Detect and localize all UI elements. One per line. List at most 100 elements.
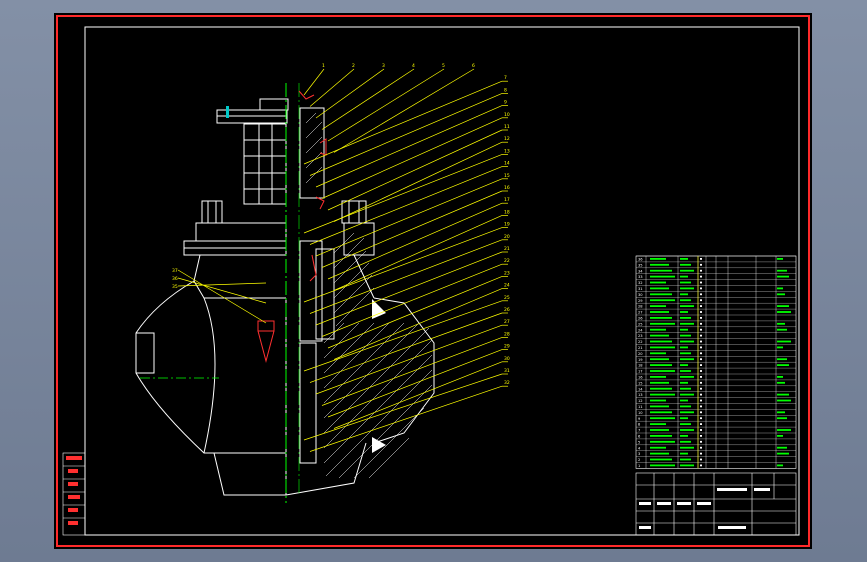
table-cell <box>700 340 702 343</box>
table-cell <box>650 399 666 402</box>
balloon-number: 31 <box>504 368 510 374</box>
table-cell <box>650 387 672 390</box>
table-cell <box>777 381 785 384</box>
table-cell <box>700 446 702 449</box>
table-cell <box>700 399 702 402</box>
table-cell <box>650 317 672 319</box>
table-cell <box>650 328 666 331</box>
drawing-frame <box>84 26 800 536</box>
table-cell: 36 <box>638 258 643 262</box>
table-cell: 28 <box>638 305 643 309</box>
table-cell <box>650 464 675 467</box>
table-cell <box>700 317 702 319</box>
table-cell <box>650 364 672 366</box>
table-cell <box>700 346 702 349</box>
table-cell <box>680 411 694 414</box>
balloon-number: 5 <box>442 63 445 69</box>
balloon-number: 1 <box>322 63 325 69</box>
table-cell <box>680 446 694 449</box>
section-hatching <box>305 112 433 479</box>
table-cell <box>650 452 669 455</box>
table-cell <box>700 376 702 378</box>
table-cell: 23 <box>638 334 643 338</box>
table-cell <box>700 322 702 325</box>
table-cell <box>680 305 694 307</box>
table-cell <box>680 275 688 278</box>
table-cell <box>650 393 675 396</box>
balloon-number: 28 <box>504 331 510 337</box>
leader-line <box>321 117 503 199</box>
table-cell <box>650 293 672 296</box>
table-cell: 3 <box>638 452 640 456</box>
balloon-number: 20 <box>504 234 510 240</box>
table-cell <box>777 269 787 272</box>
table-cell <box>680 299 691 302</box>
table-cell <box>700 452 702 455</box>
table-cell <box>680 405 691 408</box>
balloon-number: 2 <box>352 63 355 69</box>
table-cell <box>680 458 691 461</box>
table-cell <box>700 464 702 467</box>
balloon-number: 3 <box>382 63 385 69</box>
leader-line <box>309 166 503 245</box>
table-cell <box>650 352 666 355</box>
table-cell: 31 <box>638 287 643 291</box>
balloon-number: 23 <box>504 270 510 276</box>
balloon-number: 9 <box>504 100 507 106</box>
table-cell <box>680 387 691 390</box>
leader-line <box>309 68 355 107</box>
table-cell <box>650 269 672 272</box>
valve-assembly-drawing: 1 2 3 4 5 67891011121314151617181920212223242… <box>56 15 810 547</box>
table-cell <box>700 358 702 361</box>
table-cell <box>777 340 791 343</box>
table-cell <box>650 346 675 349</box>
table-cell <box>700 334 702 337</box>
balloon-number: 22 <box>504 258 510 264</box>
table-cell: 21 <box>638 346 643 350</box>
table-cell <box>650 287 669 290</box>
table-cell <box>700 411 702 414</box>
balloon-number: 37 <box>172 268 178 274</box>
leader-line <box>333 288 503 360</box>
table-cell <box>680 346 688 349</box>
table-cell <box>650 423 666 425</box>
leader-line <box>315 251 503 326</box>
leader-line <box>177 269 267 324</box>
table-cell <box>777 328 787 331</box>
table-cell <box>650 381 669 384</box>
table-cell: 17 <box>638 370 643 374</box>
table-cell <box>680 269 694 272</box>
table-cell: 7 <box>638 429 640 433</box>
table-cell <box>700 328 702 331</box>
cad-viewport[interactable]: 1 2 3 4 5 6 7 8 9 10 11 12 13 14 15 16 17 18 19 20 21 22 23 24 2… <box>54 13 812 549</box>
table-cell <box>680 435 688 437</box>
table-cell <box>680 364 688 366</box>
table-cell: 20 <box>638 352 643 356</box>
balloon-number: 4 <box>412 63 415 69</box>
table-cell <box>680 281 691 284</box>
table-cell: 12 <box>638 399 643 403</box>
table-cell: 2 <box>638 458 640 462</box>
table-cell <box>700 305 702 307</box>
table-cell <box>680 399 688 402</box>
table-cell <box>777 293 785 296</box>
table-cell: 19 <box>638 358 643 362</box>
table-cell <box>680 311 688 313</box>
balloon-number: 29 <box>504 344 510 350</box>
table-cell: 9 <box>638 417 641 421</box>
title-block <box>635 472 797 536</box>
balloon-number: 6 <box>472 63 475 69</box>
table-cell <box>700 293 702 296</box>
leader-line <box>315 68 385 119</box>
table-cell: 24 <box>638 328 643 332</box>
leader-line <box>321 68 415 130</box>
table-cell <box>680 464 694 467</box>
leader-line <box>327 276 503 349</box>
balloon-number: 8 <box>504 87 507 93</box>
table-cell <box>650 446 666 449</box>
leader-line <box>177 277 267 304</box>
table-cell <box>777 429 791 431</box>
balloon-number: 36 <box>172 276 178 282</box>
table-cell <box>650 417 675 420</box>
table-cell <box>700 435 702 437</box>
